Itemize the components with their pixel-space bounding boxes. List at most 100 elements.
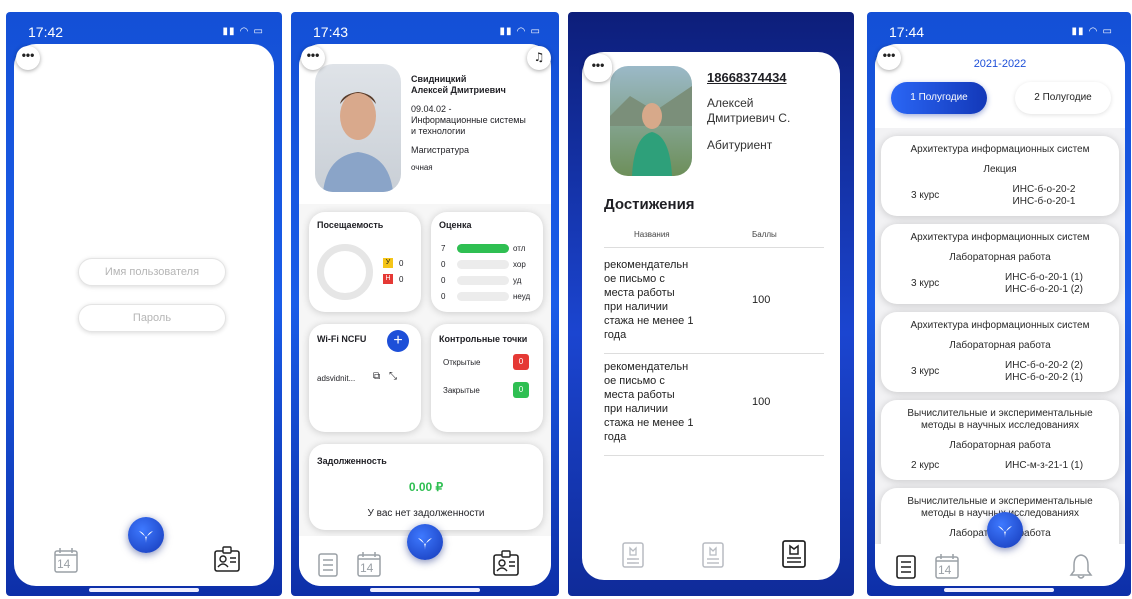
more-menu-button[interactable]: •••	[584, 54, 612, 82]
status-bar: 17:44 ▮▮ ◠ ▭	[867, 24, 1131, 42]
table-divider	[604, 247, 824, 248]
program-line-3: и технологии	[411, 126, 466, 136]
checkpoints-open-label: Открытые	[443, 358, 481, 367]
group-label: ИНС-м-з-21-1 (1)	[1004, 460, 1084, 471]
debt-title: Задолженность	[317, 456, 387, 466]
ncfu-logo-icon	[418, 538, 432, 550]
calendar-day: 14	[938, 563, 952, 577]
achievement-name-line: стажа не менее 1	[604, 417, 694, 429]
schedule-screen: 17:44 ▮▮ ◠ ▭ 2021-2022 1 Полугодие 2 Пол…	[867, 12, 1131, 596]
calendar-icon[interactable]: 14	[933, 552, 961, 580]
subject-card[interactable]: Вычислительные и экспериментальные методы…	[881, 400, 1119, 480]
subject-title: Архитектура информационных систем	[910, 320, 1090, 331]
achievement-name-line: ое письмо с	[604, 375, 665, 387]
more-menu-button[interactable]: •••	[301, 46, 325, 70]
ncfu-logo-icon	[998, 526, 1012, 538]
copy-icon[interactable]: ⧉	[373, 371, 380, 382]
student-photo	[315, 64, 401, 192]
course-label: 2 курс	[911, 460, 940, 471]
attendance-title: Посещаемость	[317, 220, 384, 230]
wifi-title: Wi-Fi NCFU	[317, 334, 367, 344]
bell-icon[interactable]: ♫	[527, 46, 551, 70]
calendar-icon[interactable]: 14	[355, 550, 383, 578]
grade-label: отл	[513, 244, 526, 253]
grade-count: 0	[441, 260, 446, 269]
subject-card[interactable]: Архитектура информационных систем Лаборат…	[881, 224, 1119, 304]
status-bar: 17:42 ▮▮ ◠ ▭	[6, 24, 282, 42]
calendar-day: 14	[360, 561, 374, 575]
grade-bar	[457, 260, 509, 269]
grades-title: Оценка	[439, 220, 472, 230]
grade-bar	[457, 292, 509, 301]
student-surname: Свидницкий	[411, 74, 467, 84]
group-label: ИНС-б-о-20-1 (2)	[1005, 284, 1083, 295]
more-menu-button[interactable]: •••	[16, 46, 40, 70]
id-card-icon[interactable]	[212, 544, 242, 574]
gradebook-icon[interactable]	[317, 552, 339, 578]
schedule-card: 2021-2022 1 Полугодие 2 Полугодие Архите…	[875, 44, 1125, 586]
gradebook-active-icon[interactable]	[895, 554, 917, 580]
grade-bar	[457, 276, 509, 285]
debt-note: У вас нет задолженности	[367, 508, 485, 519]
applicant-name-2: Дмитриевич С.	[707, 111, 791, 125]
expand-icon[interactable]: ⤡	[389, 371, 397, 382]
calendar-icon[interactable]: 14	[52, 546, 80, 574]
attendance-widget[interactable]: Посещаемость У 0 Н 0	[309, 212, 421, 312]
grade-bar-fill	[457, 244, 509, 253]
tab-second-semester[interactable]: 2 Полугодие	[1015, 82, 1111, 114]
grade-count: 7	[441, 244, 446, 253]
login-card: Имя пользователя Пароль 14	[14, 44, 274, 586]
diploma-active-icon[interactable]	[780, 538, 808, 570]
home-logo-button[interactable]	[128, 517, 164, 553]
subject-title: Вычислительные и экспериментальные	[907, 408, 1093, 419]
diploma-icon[interactable]	[620, 540, 646, 570]
home-logo-button[interactable]	[987, 512, 1023, 548]
diploma-icon[interactable]	[700, 540, 726, 570]
achievement-row[interactable]: рекомендательн ое письмо с места работы при…	[604, 252, 824, 354]
group-label: ИНС-б-о-20-1	[1012, 196, 1076, 207]
group-label: ИНС-б-о-20-2 (2)	[1005, 360, 1083, 371]
status-time: 17:42	[28, 24, 64, 40]
wifi-add-button[interactable]: +	[387, 330, 409, 352]
achievement-name-line: года	[604, 431, 627, 443]
status-time: 17:44	[889, 24, 925, 40]
achievement-row[interactable]: рекомендательн ое письмо с места работы при…	[604, 354, 824, 456]
achievements-col-score: Баллы	[752, 230, 777, 239]
study-form: очная	[411, 163, 433, 172]
subject-card[interactable]: Архитектура информационных систем Лаборат…	[881, 312, 1119, 392]
grades-widget[interactable]: Оценка 7 отл 0 хор 0 уд 0 неуд	[431, 212, 543, 312]
academic-year[interactable]: 2021-2022	[875, 58, 1125, 70]
wifi-widget[interactable]: Wi-Fi NCFU + adsvidnit... ⧉ ⤡	[309, 324, 421, 432]
username-placeholder: Имя пользователя	[104, 266, 200, 278]
status-time: 17:43	[313, 24, 349, 40]
achievement-name: рекомендательн ое письмо с места работы при…	[604, 258, 724, 342]
grade-bar	[457, 244, 509, 253]
home-logo-button[interactable]	[407, 524, 443, 560]
id-card-icon[interactable]	[491, 548, 521, 578]
ncfu-logo-icon	[139, 531, 153, 543]
achievement-name-line: при наличии	[604, 301, 669, 313]
attendance-n-value: 0	[399, 275, 404, 284]
applicant-phone[interactable]: 18668374434	[707, 70, 787, 85]
tab-first-semester[interactable]: 1 Полугодие	[891, 82, 987, 114]
debt-widget[interactable]: Задолженность 0.00 ₽ У вас нет задолженн…	[309, 444, 543, 530]
bell-icon[interactable]	[1069, 552, 1093, 580]
checkpoints-widget[interactable]: Контрольные точки Открытые 0 Закрытые 0	[431, 324, 543, 432]
grade-label: хор	[513, 260, 526, 269]
subject-title: Вычислительные и экспериментальные	[907, 496, 1093, 507]
home-indicator	[370, 588, 480, 592]
achievement-score: 100	[752, 396, 771, 408]
password-input[interactable]: Пароль	[78, 304, 226, 332]
attendance-y-value: 0	[399, 259, 404, 268]
subject-card[interactable]: Архитектура информационных систем Лекция 3…	[881, 136, 1119, 216]
username-input[interactable]: Имя пользователя	[78, 258, 226, 286]
achievements-card: 18668374434 Алексей Дмитриевич С. Абитур…	[582, 52, 840, 580]
achievement-score: 100	[752, 294, 771, 306]
achievement-name-line: места работы	[604, 287, 675, 299]
debt-amount: 0.00 ₽	[408, 480, 444, 494]
subject-title: Архитектура информационных систем	[910, 144, 1090, 155]
subject-title: методы в научных исследованиях	[921, 420, 1079, 431]
more-menu-button[interactable]: •••	[877, 46, 901, 70]
checkpoints-closed-label: Закрытые	[443, 386, 480, 395]
grade-count: 0	[441, 276, 446, 285]
